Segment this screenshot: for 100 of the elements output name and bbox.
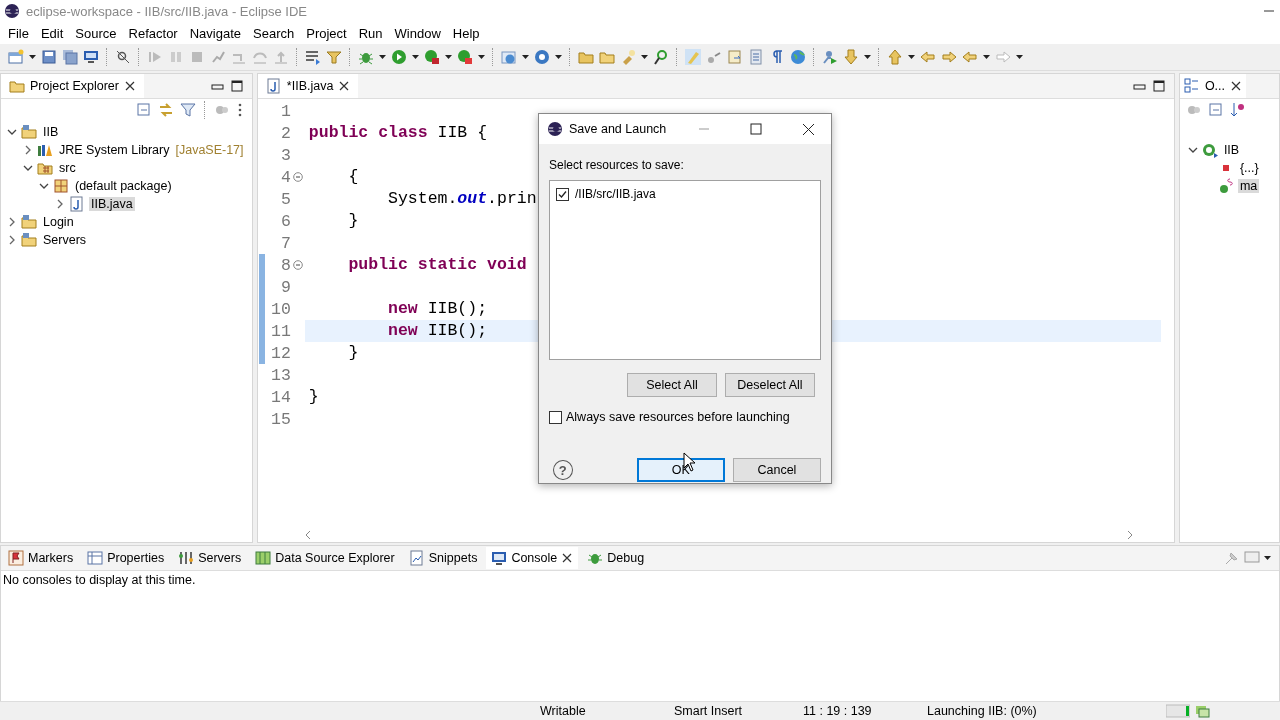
filter-icon[interactable] [179, 102, 196, 118]
close-icon[interactable] [561, 552, 574, 564]
tree-item[interactable]: IIB.java [89, 197, 135, 211]
menu-item[interactable]: Refactor [122, 25, 184, 41]
static-method-icon[interactable] [1217, 178, 1234, 194]
dropdown-caret-icon[interactable] [864, 53, 871, 61]
view-tab[interactable]: Snippets [403, 547, 483, 569]
search-icon[interactable] [653, 49, 669, 65]
view-tab[interactable]: Debug [582, 547, 650, 569]
filter-arrow-icon[interactable] [326, 49, 342, 65]
package-icon[interactable] [53, 178, 69, 194]
up-arrow-icon[interactable] [887, 49, 903, 65]
tree-item[interactable]: JRE System Library [57, 143, 172, 157]
dropdown-caret-icon[interactable] [445, 53, 452, 61]
project-folder-icon[interactable] [21, 214, 37, 230]
tools-run-icon[interactable] [457, 49, 473, 65]
line-number: 1 [279, 101, 291, 121]
globe-icon[interactable] [790, 49, 806, 65]
tree-item[interactable]: (default package) [73, 179, 174, 193]
java-file-icon[interactable] [69, 196, 85, 212]
forward-star-icon[interactable] [941, 49, 957, 65]
sort-icon[interactable] [1229, 102, 1246, 118]
dropdown-caret-icon[interactable] [379, 53, 386, 61]
menu-item[interactable]: Source [69, 25, 123, 41]
cancel-button[interactable]: Cancel [732, 458, 821, 482]
new-window-icon[interactable] [8, 49, 24, 65]
dropdown-caret-icon[interactable] [908, 53, 915, 61]
back-icon[interactable] [962, 49, 978, 65]
fold-minus-icon[interactable] [292, 172, 303, 182]
save-all-icon[interactable] [62, 49, 78, 65]
menu-item[interactable]: Window [388, 25, 447, 41]
list-button[interactable]: Deselect All [725, 373, 815, 397]
close-icon[interactable] [338, 80, 351, 92]
back-star-icon[interactable] [920, 49, 936, 65]
user-play-icon[interactable] [822, 49, 838, 65]
collapse-all-icon[interactable] [1207, 102, 1224, 118]
view-tab[interactable]: Markers [3, 547, 79, 569]
tree-item[interactable]: src [57, 161, 78, 175]
library-books-icon[interactable] [37, 142, 53, 158]
tree-item[interactable]: {...} [1237, 161, 1261, 175]
collapse-all-icon[interactable] [135, 102, 152, 118]
dropdown-caret-icon[interactable] [29, 53, 36, 61]
package-folder-icon[interactable] [37, 160, 53, 176]
tree-item[interactable]: ma [1237, 179, 1260, 193]
view-tab[interactable]: Data Source Explorer [250, 547, 400, 569]
menu-item[interactable]: Help [446, 25, 486, 41]
dropdown-caret-icon[interactable] [641, 53, 648, 61]
menu-item[interactable]: Project [300, 25, 353, 41]
scroll-left-icon[interactable] [303, 530, 312, 540]
scroll-right-icon[interactable] [1125, 530, 1134, 540]
fold-minus-icon[interactable] [292, 260, 303, 270]
menu-item[interactable]: Edit [34, 25, 70, 41]
dropdown-caret-icon[interactable] [478, 53, 485, 61]
close-icon[interactable] [123, 80, 136, 92]
view-tab[interactable]: Servers [173, 547, 247, 569]
view-tab[interactable]: Console [486, 547, 579, 569]
annotation-icon[interactable] [727, 49, 743, 65]
dropdown-caret-icon[interactable] [555, 53, 562, 61]
dropdown-caret-icon[interactable] [412, 53, 419, 61]
menu-item[interactable]: Run [352, 25, 389, 41]
pin-icon[interactable] [1224, 550, 1240, 566]
view-tab[interactable]: Properties [82, 547, 170, 569]
list-button[interactable]: Select All [627, 373, 717, 397]
crossed-pin-icon[interactable] [115, 49, 131, 65]
disconnect-icon[interactable] [210, 49, 226, 65]
save-icon[interactable] [41, 49, 57, 65]
maximize-icon[interactable] [1151, 79, 1166, 93]
run-icon[interactable] [391, 49, 407, 65]
tree-item[interactable]: IIB [41, 125, 61, 139]
checkbox[interactable] [549, 410, 562, 424]
menu-item[interactable]: Search [247, 25, 301, 41]
maximize-icon[interactable] [750, 123, 762, 135]
dropdown-caret-icon[interactable] [522, 53, 529, 61]
project-folder-icon[interactable] [21, 232, 37, 248]
dropdown-caret-icon[interactable] [1264, 554, 1271, 562]
checkbox[interactable] [556, 187, 569, 201]
dropdown-caret-icon[interactable] [1016, 53, 1023, 61]
coverage-icon[interactable] [424, 49, 440, 65]
open-folder-icon[interactable] [578, 49, 594, 65]
menu-item[interactable]: Navigate [183, 25, 247, 41]
tree-item[interactable]: Login [41, 215, 76, 229]
list-icon[interactable] [305, 49, 321, 65]
ok-button[interactable]: OK [636, 458, 725, 482]
close-icon[interactable] [801, 122, 815, 136]
document-icon[interactable] [748, 49, 764, 65]
monitor-icon[interactable] [83, 49, 99, 65]
tree-item[interactable]: Servers [41, 233, 89, 247]
dropdown-caret-icon[interactable] [983, 53, 990, 61]
link-arrows-icon[interactable] [157, 102, 174, 118]
view-tab[interactable]: O... [1204, 79, 1226, 93]
class-icon[interactable] [1201, 142, 1218, 158]
folder-icon[interactable] [599, 49, 615, 65]
status-text: Writable [540, 704, 587, 718]
tree-item[interactable]: IIB [1221, 143, 1242, 157]
menu-item[interactable]: File [2, 25, 35, 41]
maximize-icon[interactable] [229, 79, 244, 93]
down-arrow-icon[interactable] [843, 49, 859, 65]
progress-view-icon[interactable] [1194, 703, 1210, 719]
close-icon[interactable] [1230, 80, 1243, 92]
tree-item-decoration: [JavaSE-17] [175, 143, 244, 157]
